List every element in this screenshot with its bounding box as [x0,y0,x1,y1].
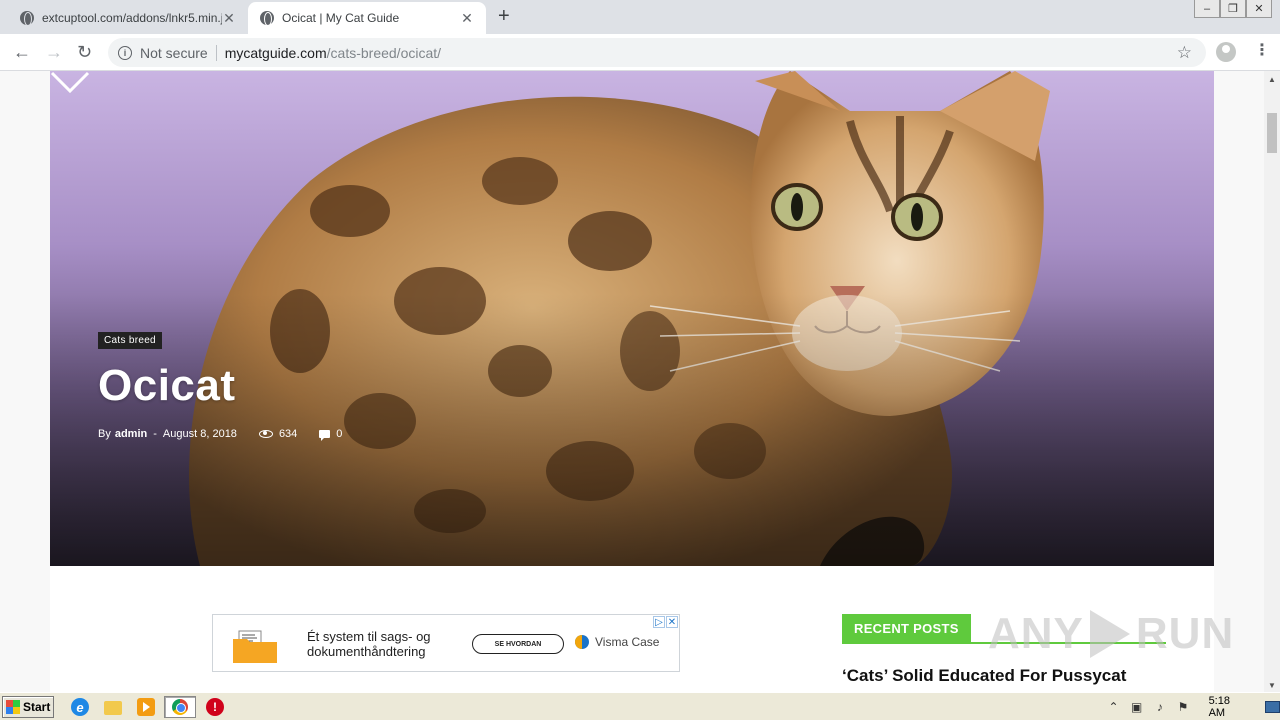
globe-icon [260,11,274,26]
ad-cta-button[interactable]: SE HVORDAN [472,634,564,654]
scroll-thumb[interactable] [1267,113,1277,153]
scroll-down-chevron-icon[interactable] [50,71,90,93]
reload-button[interactable]: ↻ [77,42,92,62]
ad-line-2: dokumenthåndtering [307,644,426,659]
chrome-taskbar-button[interactable] [164,696,196,718]
watermark-text-right: RUN [1135,609,1235,658]
ad-headline: Ét system til sags- og dokumenthåndterin… [307,629,431,659]
volume-icon[interactable]: ♪ [1152,700,1167,714]
browser-toolbar: ← → ↻ i Not secure mycatguide.com /cats-… [0,34,1280,71]
tray-expand-chevron-icon[interactable]: ⌃ [1106,700,1121,714]
back-button[interactable]: ← [13,42,31,62]
action-center-flag-icon[interactable]: ⚑ [1175,700,1190,714]
security-label[interactable]: Not secure [140,45,208,61]
info-icon[interactable]: i [118,45,132,60]
meta-dash: - [153,428,157,440]
tab-title: extcuptool.com/addons/lnkr5.min.js [42,11,222,25]
window-controls: ‒ ❐ ✕ [1194,0,1272,18]
adchoices: ▷ ✕ [652,616,678,628]
tab-extcuptool[interactable]: extcuptool.com/addons/lnkr5.min.js ✕ [8,2,248,34]
file-explorer-icon[interactable] [104,701,122,715]
folder-icon [233,630,277,663]
anyrun-watermark: ANY RUN [988,609,1234,659]
page-viewport: Cats breed Ocicat By admin - August 8, 2… [0,71,1264,692]
ad-line-1: Ét system til sags- og [307,629,431,644]
divider [215,44,217,61]
scroll-up-arrow-icon[interactable]: ▲ [1268,75,1276,84]
system-tray: ⌃ ▣ ♪ ⚑ 5:18 AM [1106,693,1280,720]
views-count: 634 [278,428,298,440]
meta-views: 634 [258,428,298,440]
url-host: mycatguide.com [224,44,327,61]
hero-featured-image: Cats breed Ocicat By admin - August 8, 2… [50,71,1214,566]
stop-warning-icon[interactable]: ! [206,698,224,716]
eye-icon [258,430,273,438]
ad-close-icon[interactable]: ✕ [666,616,678,628]
minimize-button[interactable]: ‒ [1194,0,1220,18]
watermark-play-icon [1089,610,1130,658]
internet-explorer-icon[interactable]: e [71,698,89,716]
start-label: Start [23,700,51,714]
adchoices-icon[interactable]: ▷ [653,616,665,628]
post-title: Ocicat [98,361,236,410]
meta-comments[interactable]: 0 [319,428,343,441]
meta-date: August 8, 2018 [162,428,237,440]
vertical-scrollbar[interactable]: ▲ ▼ [1264,71,1280,692]
address-bar[interactable]: i Not secure mycatguide.com /cats-breed/… [108,38,1206,67]
clock[interactable]: 5:18 AM [1209,695,1247,719]
bookmark-star-icon[interactable]: ☆ [1177,43,1192,63]
network-icon[interactable]: ▣ [1129,700,1144,714]
browser-menu-icon[interactable]: ⋮ [1254,42,1270,60]
tab-close-button[interactable]: ✕ [222,10,236,27]
visma-logo-icon [575,635,589,649]
taskbar: Start e ! ⌃ ▣ ♪ ⚑ 5:18 AM [0,692,1280,720]
start-button[interactable]: Start [2,696,54,718]
ad-brand-name: Visma Case [595,635,660,649]
globe-icon [20,11,34,26]
advertisement-banner[interactable]: Ét system til sags- og dokumenthåndterin… [212,614,680,672]
hero-gradient-overlay [50,71,1214,566]
post-meta: By admin - August 8, 2018 634 0 [98,428,343,441]
chrome-icon [172,699,188,715]
url-path: /cats-breed/ocicat/ [326,44,442,61]
recent-posts-header: RECENT POSTS [842,614,971,643]
windows-flag-icon [6,700,20,714]
window-close-button[interactable]: ✕ [1246,0,1272,18]
comment-icon [319,430,331,441]
forward-button[interactable]: → [45,42,63,62]
page-content: Cats breed Ocicat By admin - August 8, 2… [50,71,1214,692]
meta-author-link[interactable]: admin [115,428,147,440]
profile-icon[interactable] [1216,42,1236,62]
tab-strip: extcuptool.com/addons/lnkr5.min.js ✕ Oci… [0,0,1280,34]
category-badge[interactable]: Cats breed [98,332,162,349]
tab-close-button[interactable]: ✕ [460,10,474,27]
recent-post-link[interactable]: ‘Cats’ Solid Educated For Pussycat [842,666,1126,686]
restore-button[interactable]: ❐ [1220,0,1246,18]
new-tab-button[interactable]: + [498,6,510,26]
ad-brand-logo: Visma Case [575,635,659,649]
comments-count: 0 [336,428,343,440]
watermark-text-left: ANY [988,609,1084,658]
media-player-icon[interactable] [137,698,155,716]
tab-ocicat[interactable]: Ocicat | My Cat Guide ✕ [248,2,486,34]
scroll-down-arrow-icon[interactable]: ▼ [1268,681,1276,690]
tab-title: Ocicat | My Cat Guide [282,11,400,25]
meta-by-label: By [98,428,111,440]
show-desktop-icon[interactable] [1264,701,1280,713]
